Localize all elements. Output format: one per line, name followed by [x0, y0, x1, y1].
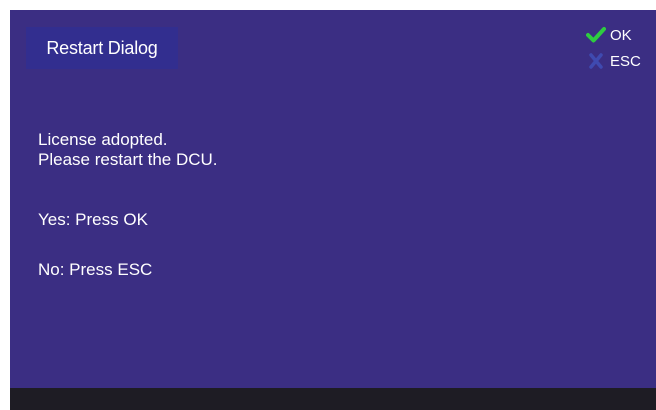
no-instruction: No: Press ESC — [38, 260, 153, 279]
dialog-title: Restart Dialog — [46, 37, 158, 58]
ok-hint[interactable]: OK — [586, 26, 632, 44]
ok-hint-label: OK — [610, 26, 632, 44]
esc-hint[interactable]: ESC — [586, 52, 641, 70]
restart-dialog-screen: Restart Dialog OK ESC License adopted. P… — [10, 10, 656, 410]
esc-hint-label: ESC — [610, 52, 641, 70]
message-line-2: Please restart the DCU. — [38, 150, 218, 169]
dialog-title-box: Restart Dialog — [26, 27, 178, 69]
footer-bar — [10, 388, 656, 410]
yes-instruction: Yes: Press OK — [38, 210, 148, 229]
message-line-1: License adopted. — [38, 130, 168, 149]
x-icon — [586, 52, 606, 70]
checkmark-icon — [586, 26, 606, 44]
